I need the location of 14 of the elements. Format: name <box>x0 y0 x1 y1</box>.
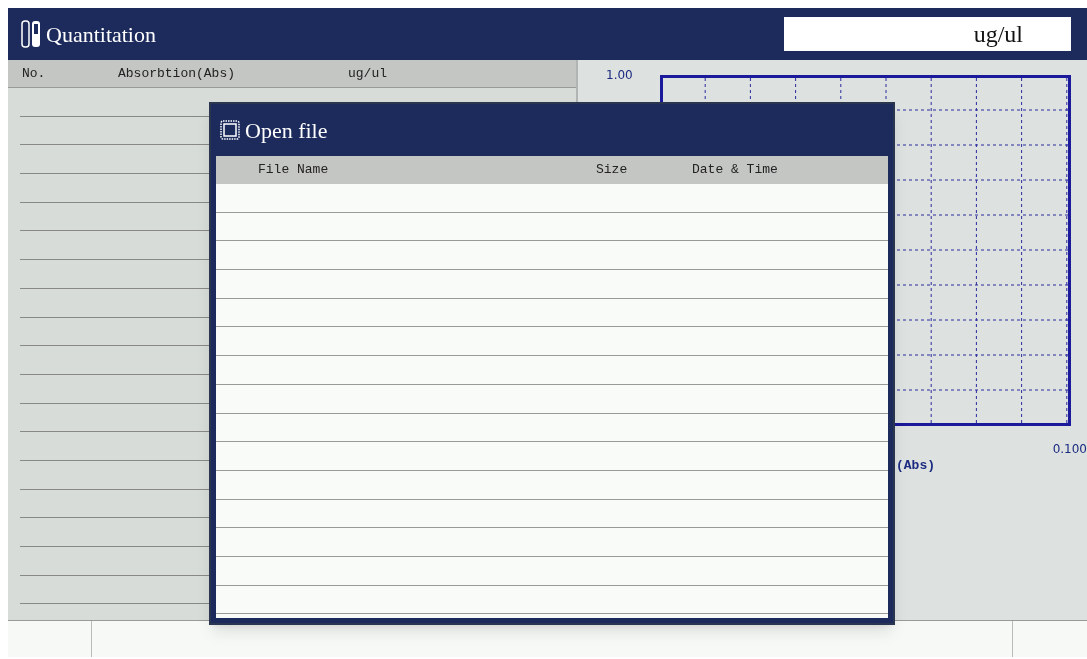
x-axis-label: (Abs) <box>896 457 935 475</box>
dialog-title: Open file <box>245 116 328 145</box>
column-header: Absorbtion(Abs) <box>118 64 237 83</box>
x-axis-max-label: 0.100 <box>1052 441 1087 458</box>
column-header: File Name <box>258 161 330 180</box>
chip-icon <box>219 119 241 141</box>
test-tubes-icon <box>20 19 42 49</box>
column-header: Date & Time <box>692 161 778 180</box>
column-header: ug/ul <box>348 64 387 83</box>
unit-field[interactable]: ug/ul <box>784 17 1071 51</box>
y-axis-max-label: 1.00 <box>606 67 633 84</box>
window-title: Quantitation <box>46 20 156 49</box>
column-header: Size <box>596 161 629 180</box>
column-header: No. <box>22 64 47 83</box>
